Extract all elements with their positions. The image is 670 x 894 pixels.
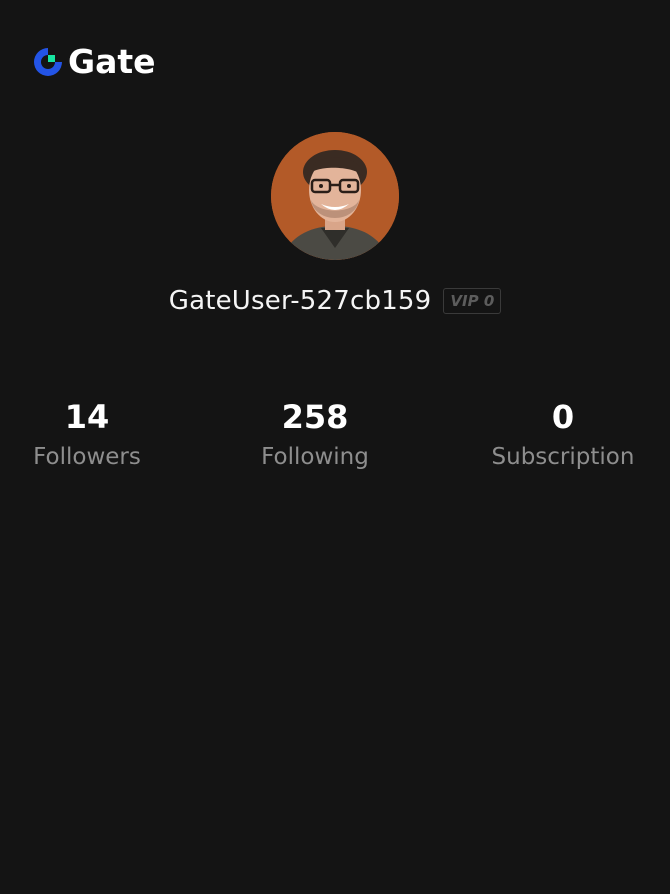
vip-badge: VIP 0	[443, 288, 502, 314]
username-row: GateUser-527cb159 VIP 0	[0, 286, 670, 316]
avatar[interactable]	[271, 132, 399, 260]
following-label: Following	[261, 444, 369, 470]
subscription-count: 0	[551, 398, 575, 436]
gate-logo-icon	[34, 48, 62, 76]
gate-logo[interactable]: Gate	[32, 44, 156, 80]
following-stat[interactable]: 258 Following	[245, 396, 385, 472]
brand-name: Gate	[68, 42, 156, 81]
profile-stats: 14 Followers 258 Following 0 Subscriptio…	[0, 396, 670, 496]
subscription-label: Subscription	[491, 444, 635, 470]
followers-stat[interactable]: 14 Followers	[17, 396, 157, 472]
user-avatar-photo	[271, 132, 399, 260]
followers-label: Followers	[33, 444, 141, 470]
following-count: 258	[281, 398, 349, 436]
username: GateUser-527cb159	[168, 286, 432, 316]
subscription-stat[interactable]: 0 Subscription	[478, 396, 648, 472]
profile-page: Gate GateUser-527cb159 VIP 0 14 Follower…	[0, 0, 670, 894]
followers-count: 14	[64, 398, 110, 436]
